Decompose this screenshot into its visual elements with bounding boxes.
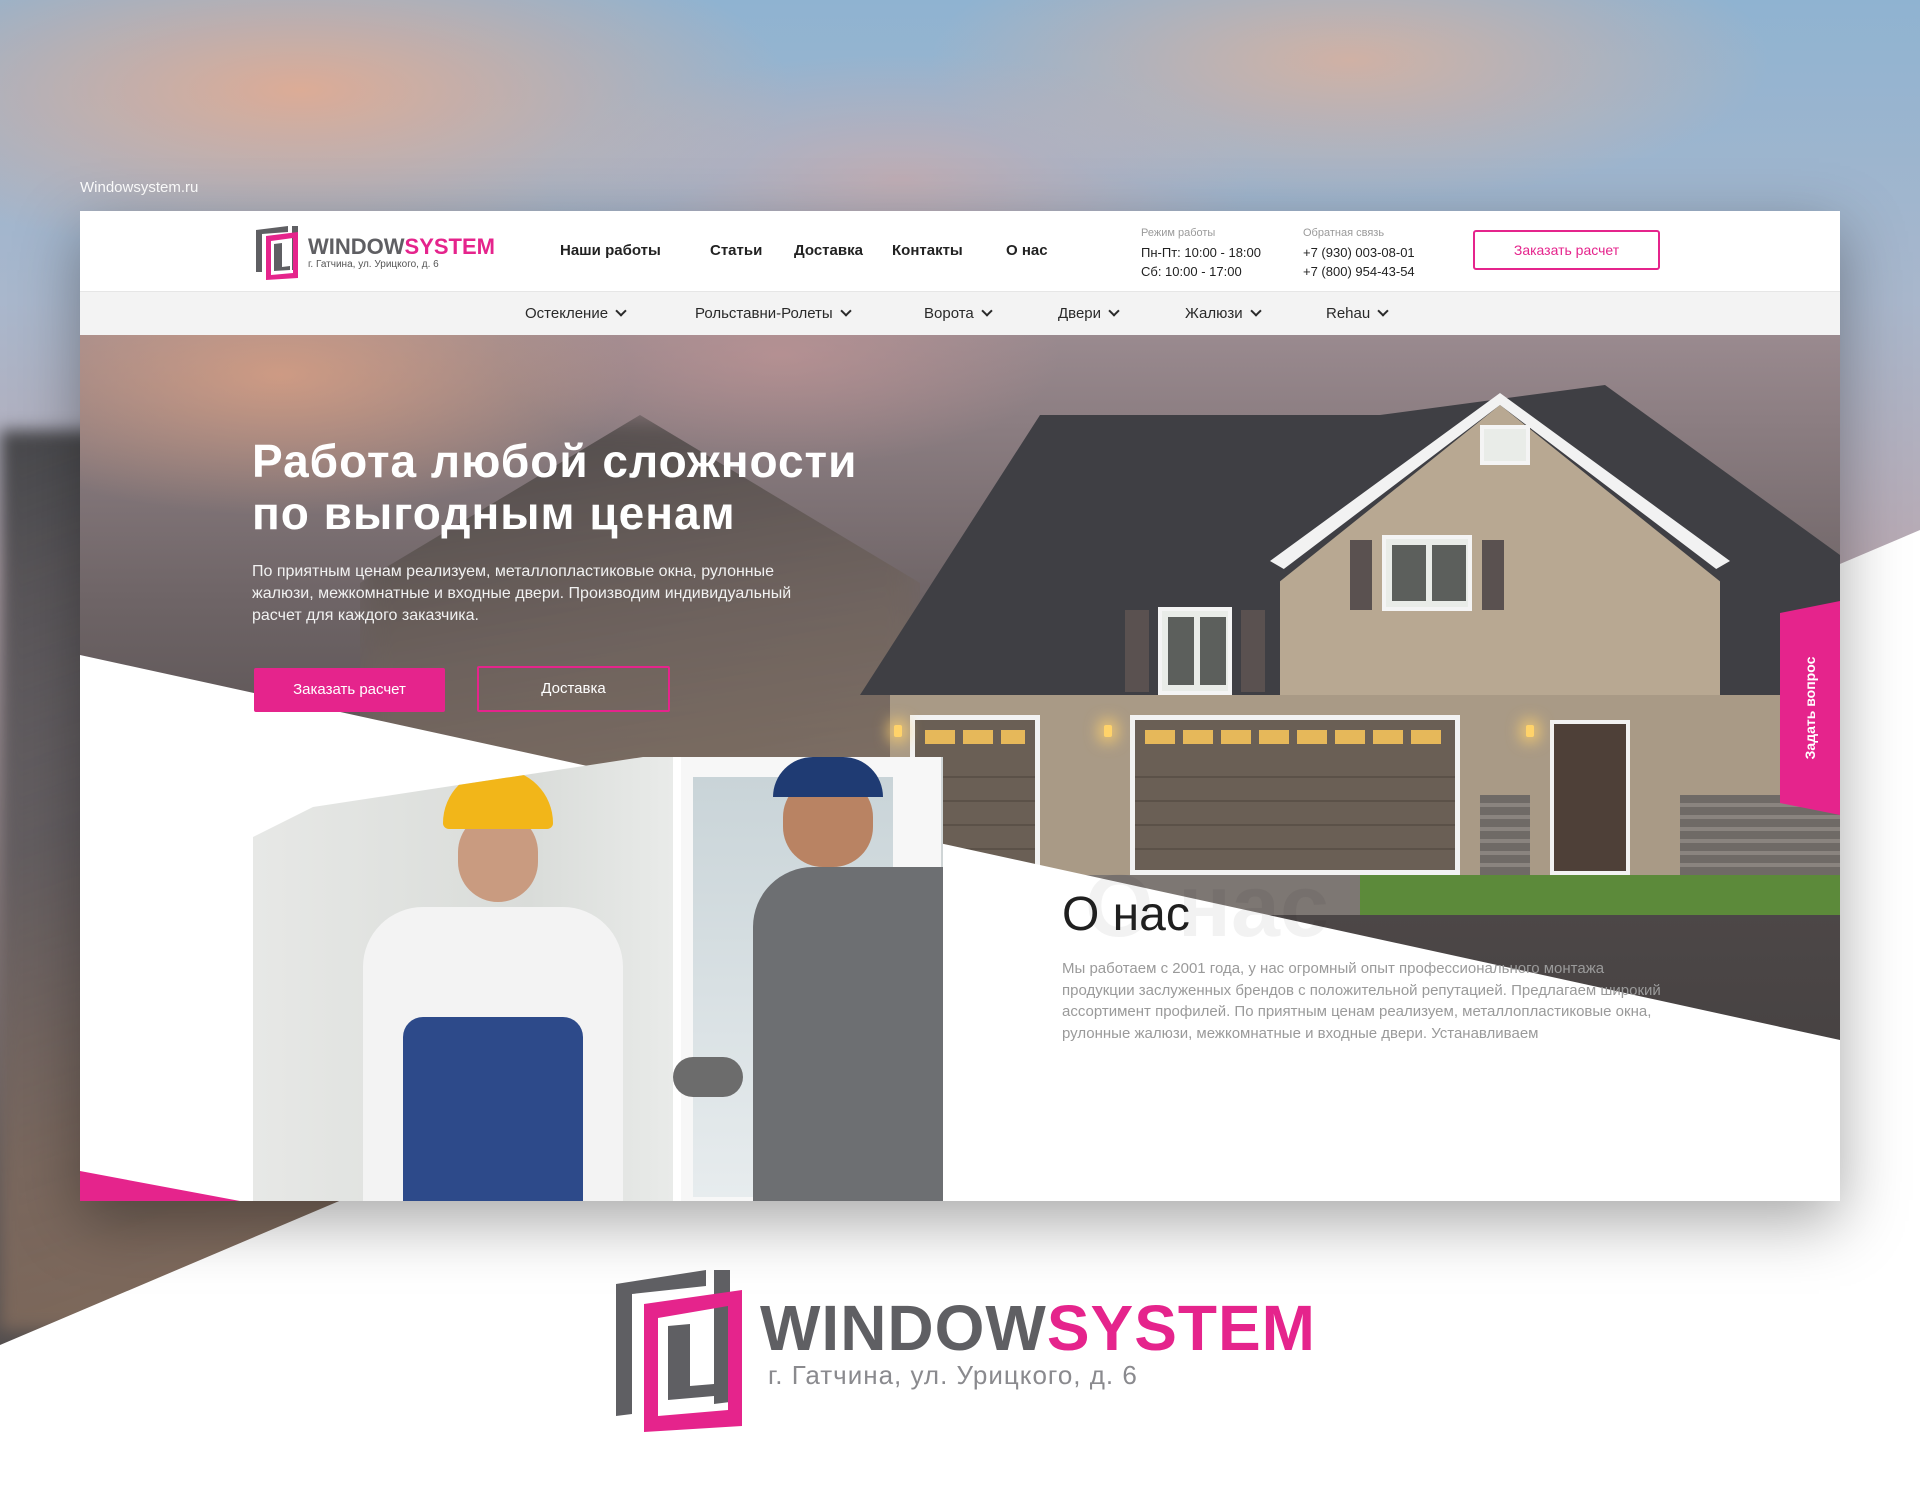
catalog-item-rehau[interactable]: Rehau <box>1326 305 1389 322</box>
working-hours-weekdays: Пн-Пт: 10:00 - 18:00 <box>1141 245 1261 260</box>
big-logo-word-system: SYSTEM <box>1046 1292 1316 1364</box>
ask-question-tab[interactable]: Задать вопрос <box>1780 601 1840 815</box>
nav-link-articles[interactable]: Статьи <box>710 242 762 259</box>
front-door <box>1550 720 1630 875</box>
contact-caption: Обратная связь <box>1303 227 1385 239</box>
chevron-down-icon <box>981 305 993 317</box>
order-calculation-button[interactable]: Заказать расчет <box>254 668 445 712</box>
header: WINDOWSYSTEM г. Гатчина, ул. Урицкого, д… <box>80 211 1840 291</box>
garage-door-large <box>1130 715 1460 875</box>
working-hours-caption: Режим работы <box>1141 227 1216 239</box>
house-window-attic <box>1480 425 1530 465</box>
house-shutter <box>1350 540 1372 610</box>
big-logo-address: г. Гатчина, ул. Урицкого, д. 6 <box>768 1360 1138 1390</box>
contact-phones: Обратная связь +7 (930) 003-08-01 +7 (80… <box>1303 224 1415 281</box>
wall-lamp <box>894 725 902 737</box>
window-logo-icon-large <box>616 1270 742 1432</box>
order-calculation-button-header[interactable]: Заказать расчет <box>1473 230 1660 270</box>
house-shutter <box>1241 610 1265 692</box>
catalog-item-doors[interactable]: Двери <box>1058 305 1120 322</box>
nav-link-our-works[interactable]: Наши работы <box>560 242 661 259</box>
site-url: Windowsystem.ru <box>80 179 199 196</box>
catalog-item-blinds[interactable]: Жалюзи <box>1185 305 1262 322</box>
about-title: О нас <box>1062 888 1190 941</box>
wall-lamp <box>1104 725 1112 737</box>
catalog-nav: Остекление Рольставни-Ролеты Ворота Двер… <box>80 291 1840 336</box>
house-window-middle <box>1158 607 1232 695</box>
nav-link-contacts[interactable]: Контакты <box>892 242 963 259</box>
hero-description: По приятным ценам реализуем, металлоплас… <box>252 563 792 624</box>
catalog-item-glazing[interactable]: Остекление <box>525 305 627 322</box>
phone-1[interactable]: +7 (930) 003-08-01 <box>1303 243 1415 262</box>
window-logo-icon[interactable] <box>252 222 304 282</box>
ask-question-label: Задать вопрос <box>1802 656 1818 760</box>
hero-title: Работа любой сложности по выгодным ценам <box>252 435 858 539</box>
chevron-down-icon <box>1249 305 1262 317</box>
chevron-down-icon <box>615 305 627 317</box>
chevron-down-icon <box>840 305 852 317</box>
about-text: Мы работаем с 2001 года, у нас огромный … <box>1062 960 1661 1042</box>
big-logo-word-window: WINDOW <box>760 1292 1047 1364</box>
hero-section: Работа любой сложности по выгодным ценам… <box>80 335 1840 1201</box>
big-logo-wordmark: WINDOWSYSTEM <box>760 1296 1316 1360</box>
chevron-down-icon <box>1377 305 1389 317</box>
logo-address: г. Гатчина, ул. Урицкого, д. 6 <box>308 259 439 270</box>
delivery-button[interactable]: Доставка <box>477 666 670 712</box>
lawn <box>1360 875 1840 915</box>
logo-word-system: SYSTEM <box>404 234 495 259</box>
chevron-down-icon <box>1108 305 1120 317</box>
catalog-item-shutters[interactable]: Рольставни-Ролеты <box>695 305 852 322</box>
house-photo <box>860 375 1840 915</box>
nav-link-delivery[interactable]: Доставка <box>794 242 863 259</box>
workers-photo <box>253 757 943 1201</box>
phone-2[interactable]: +7 (800) 954-43-54 <box>1303 262 1415 281</box>
house-shutter <box>1125 610 1149 692</box>
working-hours-saturday: Сб: 10:00 - 17:00 <box>1141 264 1242 279</box>
house-shutter <box>1482 540 1504 610</box>
wall-lamp <box>1526 725 1534 737</box>
catalog-item-gates[interactable]: Ворота <box>924 305 993 322</box>
house-window-upper <box>1382 535 1472 611</box>
logo-wordmark[interactable]: WINDOWSYSTEM <box>308 235 495 259</box>
nav-link-about[interactable]: О нас <box>1006 242 1048 259</box>
logo-word-window: WINDOW <box>308 234 405 259</box>
stone-column <box>1480 795 1530 875</box>
working-hours: Режим работы Пн-Пт: 10:00 - 18:00 Сб: 10… <box>1141 224 1261 281</box>
website-mockup: WINDOWSYSTEM г. Гатчина, ул. Урицкого, д… <box>80 211 1840 1201</box>
